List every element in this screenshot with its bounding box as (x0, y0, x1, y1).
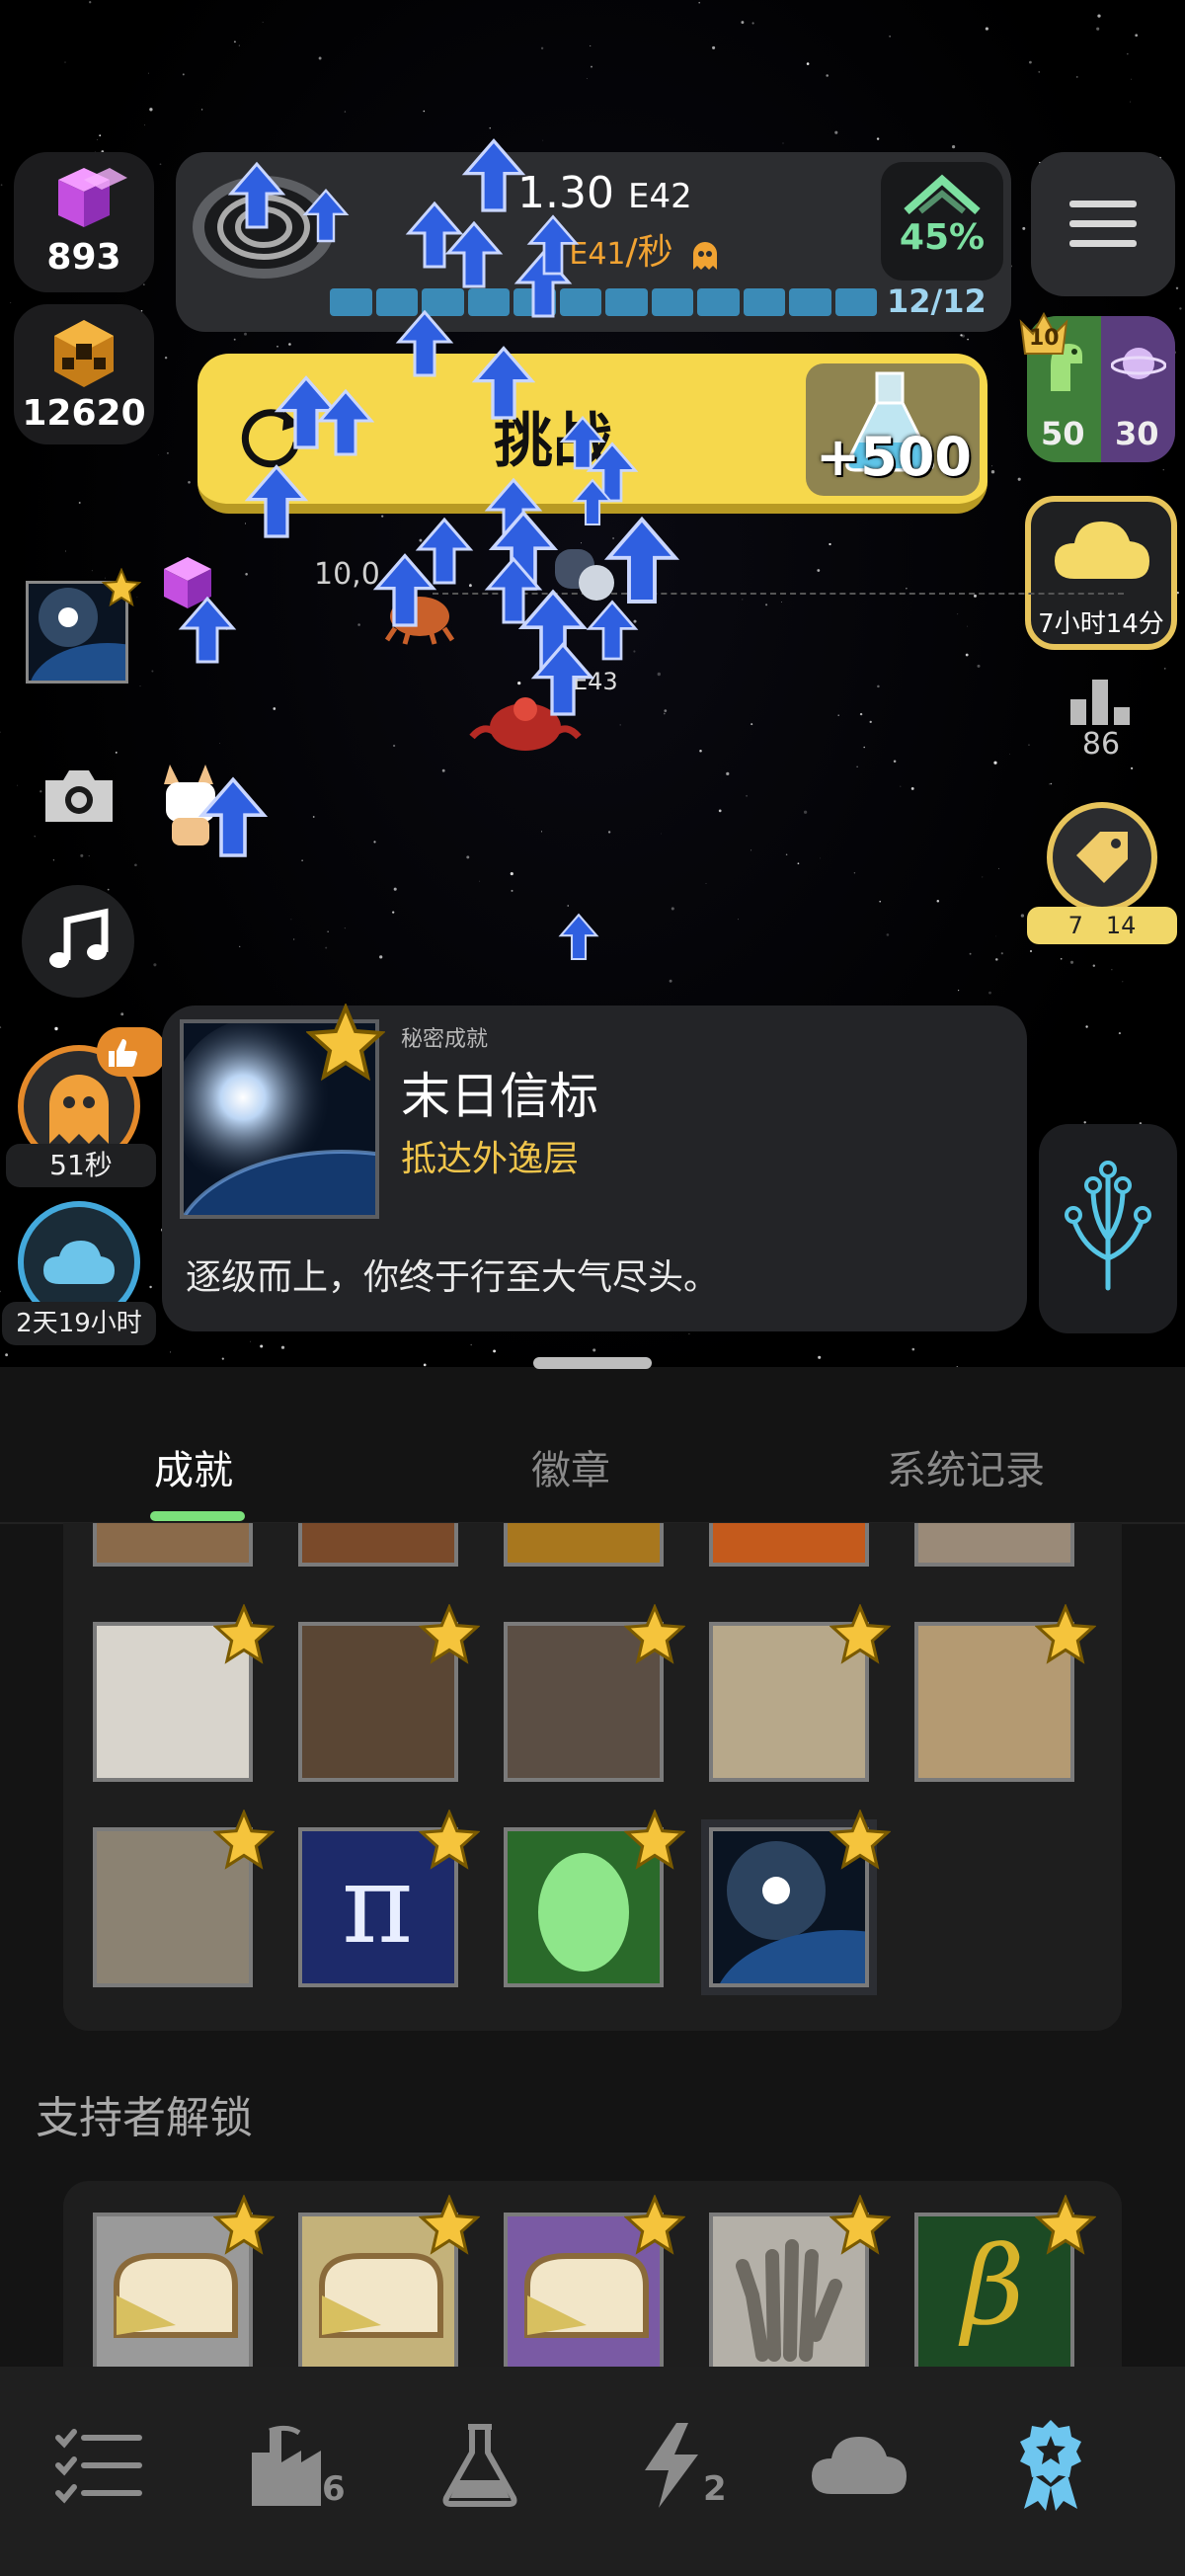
blue-arrow (372, 553, 437, 627)
star-icon (624, 1810, 685, 1870)
lightning-icon (645, 2423, 698, 2508)
achievement-tile-hand-print[interactable] (709, 2195, 891, 2373)
blue-arrow (586, 600, 639, 661)
star-icon (419, 1604, 480, 1664)
active-tab-indicator (150, 1511, 245, 1521)
achievement-tile-caveman[interactable] (93, 1810, 275, 1987)
achievement-tile-pi[interactable]: π (298, 1810, 480, 1987)
blue-arrow (227, 161, 286, 229)
achievement-tile-cut-4[interactable] (709, 1523, 869, 1567)
achievement-tile-cut-2[interactable] (298, 1523, 458, 1567)
tasks-icon (55, 2429, 142, 2504)
star-icon (213, 1604, 275, 1664)
achievement-tile-earth-sunrise[interactable] (709, 1810, 970, 2031)
achievement-tile-locomotive[interactable] (504, 1604, 685, 1782)
achievement-tile-green-egg[interactable] (504, 1810, 685, 1987)
beta-symbol: β (962, 2222, 1025, 2349)
tab-system-log[interactable]: 系统记录 (887, 1438, 1045, 1495)
tab-bar: 成就 徽章 系统记录 (0, 1397, 1185, 1523)
blue-arrow (405, 201, 464, 269)
achievement-grid: π (63, 1523, 1122, 2031)
achievement-tile-sailboat[interactable] (914, 1604, 1096, 1782)
achievement-title: 末日信标 (401, 1068, 598, 1125)
achievement-subtitle: 抵达外逸层 (401, 1139, 580, 1179)
blue-arrow (395, 309, 454, 377)
nav-tasks[interactable] (40, 2406, 158, 2525)
achievement-tile-cut-1[interactable] (93, 1523, 253, 1567)
nav-weather[interactable] (800, 2406, 918, 2525)
star-icon (213, 2195, 275, 2255)
tree-icon (1065, 1161, 1151, 1291)
achievement-toast[interactable]: 秘密成就 末日信标 抵达外逸层 逐级而上，你终于行至大气尽头。 (162, 1004, 1027, 1351)
tab-badges[interactable]: 徽章 (531, 1438, 610, 1495)
blue-arrow (178, 596, 237, 664)
tech-tree-button[interactable] (1039, 1124, 1177, 1333)
star-icon (1035, 2195, 1096, 2255)
star-icon (830, 1604, 891, 1664)
achievement-tile-beta[interactable]: β (914, 2195, 1096, 2373)
blue-arrow (558, 913, 599, 961)
star-icon (419, 2195, 480, 2255)
achievement-tile-astrolabe[interactable] (298, 1604, 480, 1782)
cloud-icon (812, 2437, 907, 2494)
achievement-tile-toast-purple[interactable] (504, 2195, 685, 2373)
blue-arrow (461, 138, 526, 212)
achievement-tile-cut-3[interactable] (504, 1523, 664, 1567)
flask-icon (442, 2424, 517, 2507)
star-icon (213, 1810, 275, 1870)
star-icon (624, 1604, 685, 1664)
supporter-section-title: 支持者解锁 (36, 2093, 253, 2143)
achievement-category: 秘密成就 (401, 1027, 489, 1052)
achievement-tile-telescope[interactable] (709, 1604, 891, 1782)
star-icon (830, 2195, 891, 2255)
pi-symbol: π (342, 1841, 414, 1968)
star-icon (830, 1810, 891, 1870)
ghost-timer: 51秒 (6, 1144, 156, 1187)
achievement-tile-toast-plain[interactable] (93, 2195, 275, 2373)
star-icon (1035, 1604, 1096, 1664)
badge-icon (1020, 2420, 1081, 2511)
energy-badge: 2 (703, 2469, 727, 2509)
blue-arrow (415, 517, 474, 585)
achievement-description: 逐级而上，你终于行至大气尽头。 (186, 1257, 720, 1298)
star-icon (419, 1810, 480, 1870)
cloud-timer: 2天19小时 (2, 1302, 156, 1345)
sheet-grabber[interactable] (533, 1357, 652, 1369)
tab-achievements[interactable]: 成就 (154, 1438, 233, 1495)
arrow-swarm (178, 138, 680, 1087)
blue-arrow (302, 188, 350, 243)
nav-research[interactable] (421, 2406, 539, 2525)
cloud-icon (43, 1241, 115, 1284)
star-icon (624, 2195, 685, 2255)
blue-arrow (244, 464, 309, 538)
achievement-tile-cut-5[interactable] (914, 1523, 1074, 1567)
blue-arrow (471, 346, 536, 420)
factory-badge: 6 (322, 2469, 346, 2509)
blue-arrow (198, 776, 269, 857)
bottom-nav: 6 2 (0, 2367, 1185, 2576)
blue-arrow (603, 516, 680, 604)
star-icon (306, 1004, 385, 1082)
achievement-tile-toast-yellow[interactable] (298, 2195, 480, 2373)
nav-achievements[interactable] (991, 2406, 1110, 2525)
achievement-tile-alpaca[interactable] (93, 1604, 275, 1782)
